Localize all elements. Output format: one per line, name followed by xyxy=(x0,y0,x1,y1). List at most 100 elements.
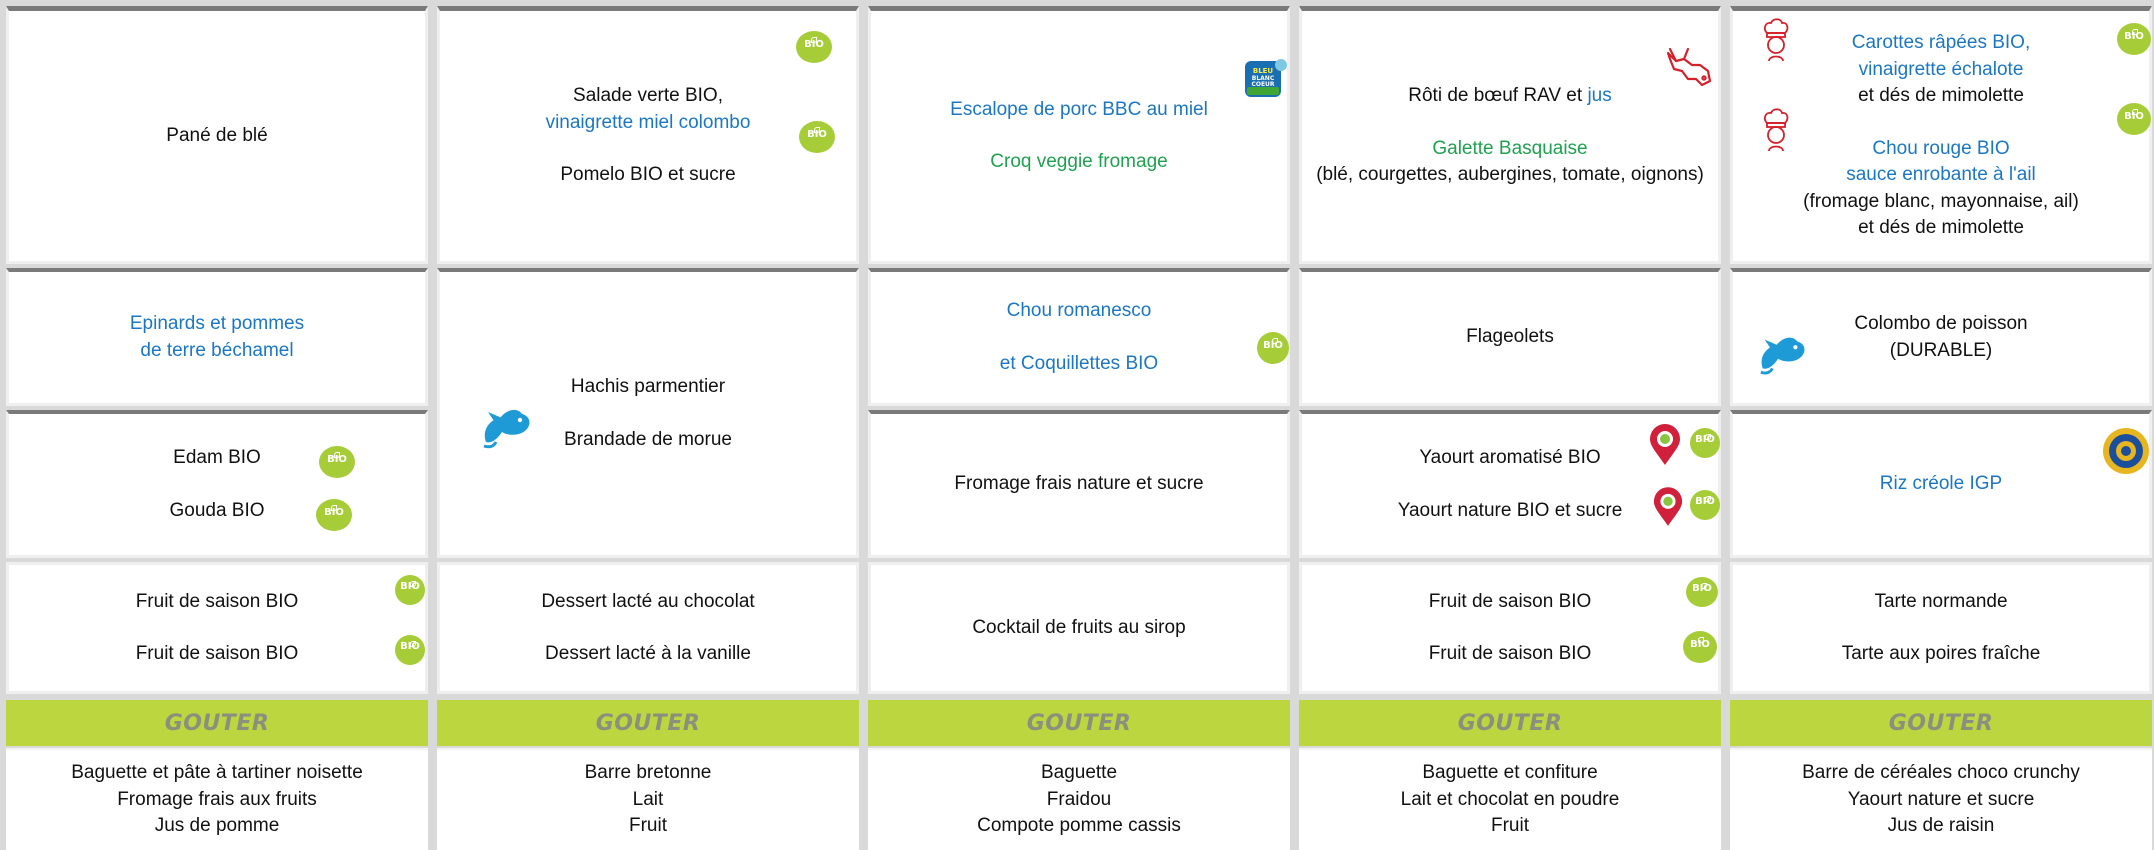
menu-item: Pomelo BIO et sucre xyxy=(560,164,736,186)
menu-item: vinaigrette échalote xyxy=(1858,58,2024,80)
starter-cell: Escalope de porc BBC au miel Croq veggie… xyxy=(868,6,1290,264)
fish-icon xyxy=(483,409,530,449)
menu-item: Gouda BIO xyxy=(169,499,265,521)
menu-item: Fruit de saison BIO xyxy=(1428,590,1592,612)
menu-item: Yaourt nature et sucre xyxy=(1847,788,2035,810)
svg-text:BLEU: BLEU xyxy=(1253,67,1274,75)
menu-item: Cocktail de fruits au sirop xyxy=(972,616,1186,638)
bio-label-icon: BIO xyxy=(395,575,425,605)
igp-seal-icon xyxy=(2103,428,2149,474)
main-cell: Chou romanesco et Coquillettes BIO BIO xyxy=(868,268,1290,406)
bio-label-icon: BIO xyxy=(799,121,835,153)
menu-item: Fromage frais nature et sucre xyxy=(954,473,1204,495)
menu-item: Chou romanesco xyxy=(1006,300,1152,321)
bio-label-icon: BIO xyxy=(2117,103,2151,135)
day-column-2: Salade verte BIO, vinaigrette miel colom… xyxy=(437,0,859,850)
menu-item: Fruit xyxy=(629,815,667,837)
dessert-cell: Dessert lacté au chocolat Dessert lacté … xyxy=(437,562,859,694)
gouter-cell: Barre bretonne Lait Fruit xyxy=(437,748,859,850)
bio-label-icon: BIO xyxy=(796,31,832,63)
menu-item: Compote pomme cassis xyxy=(977,815,1181,837)
menu-item: (DURABLE) xyxy=(1889,339,1993,361)
menu-item: Dessert lacté au chocolat xyxy=(541,590,755,612)
menu-item: Baguette xyxy=(1040,762,1118,784)
bio-label-icon: BIO xyxy=(1686,577,1718,607)
cow-icon xyxy=(1666,47,1712,87)
gouter-band: GOUTER xyxy=(1299,700,1721,746)
menu-item: Salade verte BIO, xyxy=(573,85,723,107)
gouter-band: GOUTER xyxy=(1730,700,2152,746)
menu-item: Chou rouge BIO xyxy=(1872,137,2010,159)
main-cell: Epinards et pommes de terre béchamel xyxy=(6,268,428,406)
menu-item: et dés de mimolette xyxy=(1858,217,2024,239)
menu-item: et dés de mimolette xyxy=(1858,85,2024,107)
starter-cell: Salade verte BIO, vinaigrette miel colom… xyxy=(437,6,859,264)
menu-item: (blé, courgettes, aubergines, tomate, oi… xyxy=(1316,164,1704,186)
gouter-cell: Baguette Fraidou Compote pomme cassis xyxy=(868,748,1290,850)
bio-label-icon: BIO xyxy=(1683,631,1717,663)
menu-item: Edam BIO xyxy=(173,447,261,468)
fish-icon xyxy=(1760,337,1805,375)
menu-item: Epinards et pommes xyxy=(129,313,305,334)
menu-item: Fromage frais aux fruits xyxy=(117,788,317,810)
menu-item: Galette Basquaise xyxy=(1432,137,1588,159)
dessert-cell: Fruit de saison BIO Fruit de saison BIO … xyxy=(6,562,428,694)
menu-item: Flageolets xyxy=(1466,326,1554,348)
bio-label-icon: BIO xyxy=(316,499,352,531)
menu-item: Tarte aux poires fraîche xyxy=(1841,643,2041,664)
cheese-cell: Riz créole IGP xyxy=(1730,410,2152,558)
menu-item: et Coquillettes BIO xyxy=(999,352,1159,374)
cheese-cell: Yaourt aromatisé BIO Yaourt nature BIO e… xyxy=(1299,410,1721,558)
menu-item: Carottes râpées BIO, xyxy=(1851,32,2031,54)
main-cell: Flageolets xyxy=(1299,268,1721,406)
day-column-1: Pané de blé Epinards et pommes de terre … xyxy=(6,0,428,850)
menu-item: Fruit xyxy=(1491,815,1529,837)
menu-item: Fruit de saison BIO xyxy=(135,643,299,664)
menu-item: Baguette et confiture xyxy=(1422,762,1598,784)
gouter-band: GOUTER xyxy=(868,700,1290,746)
chef-icon xyxy=(1764,18,1789,62)
dessert-cell: Cocktail de fruits au sirop xyxy=(868,562,1290,694)
main-cell: Hachis parmentier Brandade de morue xyxy=(437,268,859,558)
gouter-cell: Baguette et pâte à tartiner noisette Fro… xyxy=(6,748,428,850)
local-pin-icon xyxy=(1650,424,1680,465)
menu-item: Riz créole IGP xyxy=(1879,473,2003,495)
bio-label-icon: BIO xyxy=(395,635,425,665)
day-column-5: Carottes râpées BIO, vinaigrette échalot… xyxy=(1730,0,2152,850)
menu-item: Hachis parmentier xyxy=(570,376,726,397)
bio-label-icon: BIO xyxy=(2117,23,2151,55)
gouter-band: GOUTER xyxy=(437,700,859,746)
menu-item: Baguette et pâte à tartiner noisette xyxy=(71,762,363,784)
dessert-cell: Tarte normande Tarte aux poires fraîche xyxy=(1730,562,2152,694)
chef-icon xyxy=(1764,108,1789,152)
menu-item: Pané de blé xyxy=(166,124,268,146)
menu-item: Jus de raisin xyxy=(1887,815,1995,837)
menu-item: Fraidou xyxy=(1046,788,1112,810)
starter-cell: Pané de blé xyxy=(6,6,428,264)
starter-cell: Carottes râpées BIO, vinaigrette échalot… xyxy=(1730,6,2152,264)
menu-item: Colombo de poisson xyxy=(1854,313,2028,334)
menu-item: Yaourt nature BIO et sucre xyxy=(1397,499,1623,521)
menu-item: sauce enrobante à l'ail xyxy=(1846,164,2036,186)
menu-item: Croq veggie fromage xyxy=(990,151,1168,172)
main-cell: Colombo de poisson (DURABLE) xyxy=(1730,268,2152,406)
menu-item: Jus de pomme xyxy=(154,815,280,837)
menu-item: Lait xyxy=(632,788,664,810)
gouter-band: GOUTER xyxy=(6,700,428,746)
bio-label-icon: BIO xyxy=(1690,428,1720,458)
starter-cell: Rôti de bœuf RAV et jus Galette Basquais… xyxy=(1299,6,1721,264)
menu-item: Barre bretonne xyxy=(584,762,712,784)
menu-item: Barre de céréales choco crunchy xyxy=(1802,762,2080,784)
menu-item: Fruit de saison BIO xyxy=(135,590,299,612)
menu-item: Tarte normande xyxy=(1874,590,2008,612)
menu-item: (fromage blanc, mayonnaise, ail) xyxy=(1803,190,2079,212)
gouter-cell: Baguette et confiture Lait et chocolat e… xyxy=(1299,748,1721,850)
local-pin-icon xyxy=(1653,487,1683,526)
menu-item: Lait et chocolat en poudre xyxy=(1400,788,1620,810)
dessert-cell: Fruit de saison BIO Fruit de saison BIO … xyxy=(1299,562,1721,694)
bio-label-icon: BIO xyxy=(1690,490,1720,520)
gouter-cell: Barre de céréales choco crunchy Yaourt n… xyxy=(1730,748,2152,850)
menu-item: vinaigrette miel colombo xyxy=(545,111,751,133)
menu-item: Brandade de morue xyxy=(564,428,732,450)
svg-text:COEUR: COEUR xyxy=(1251,81,1274,88)
